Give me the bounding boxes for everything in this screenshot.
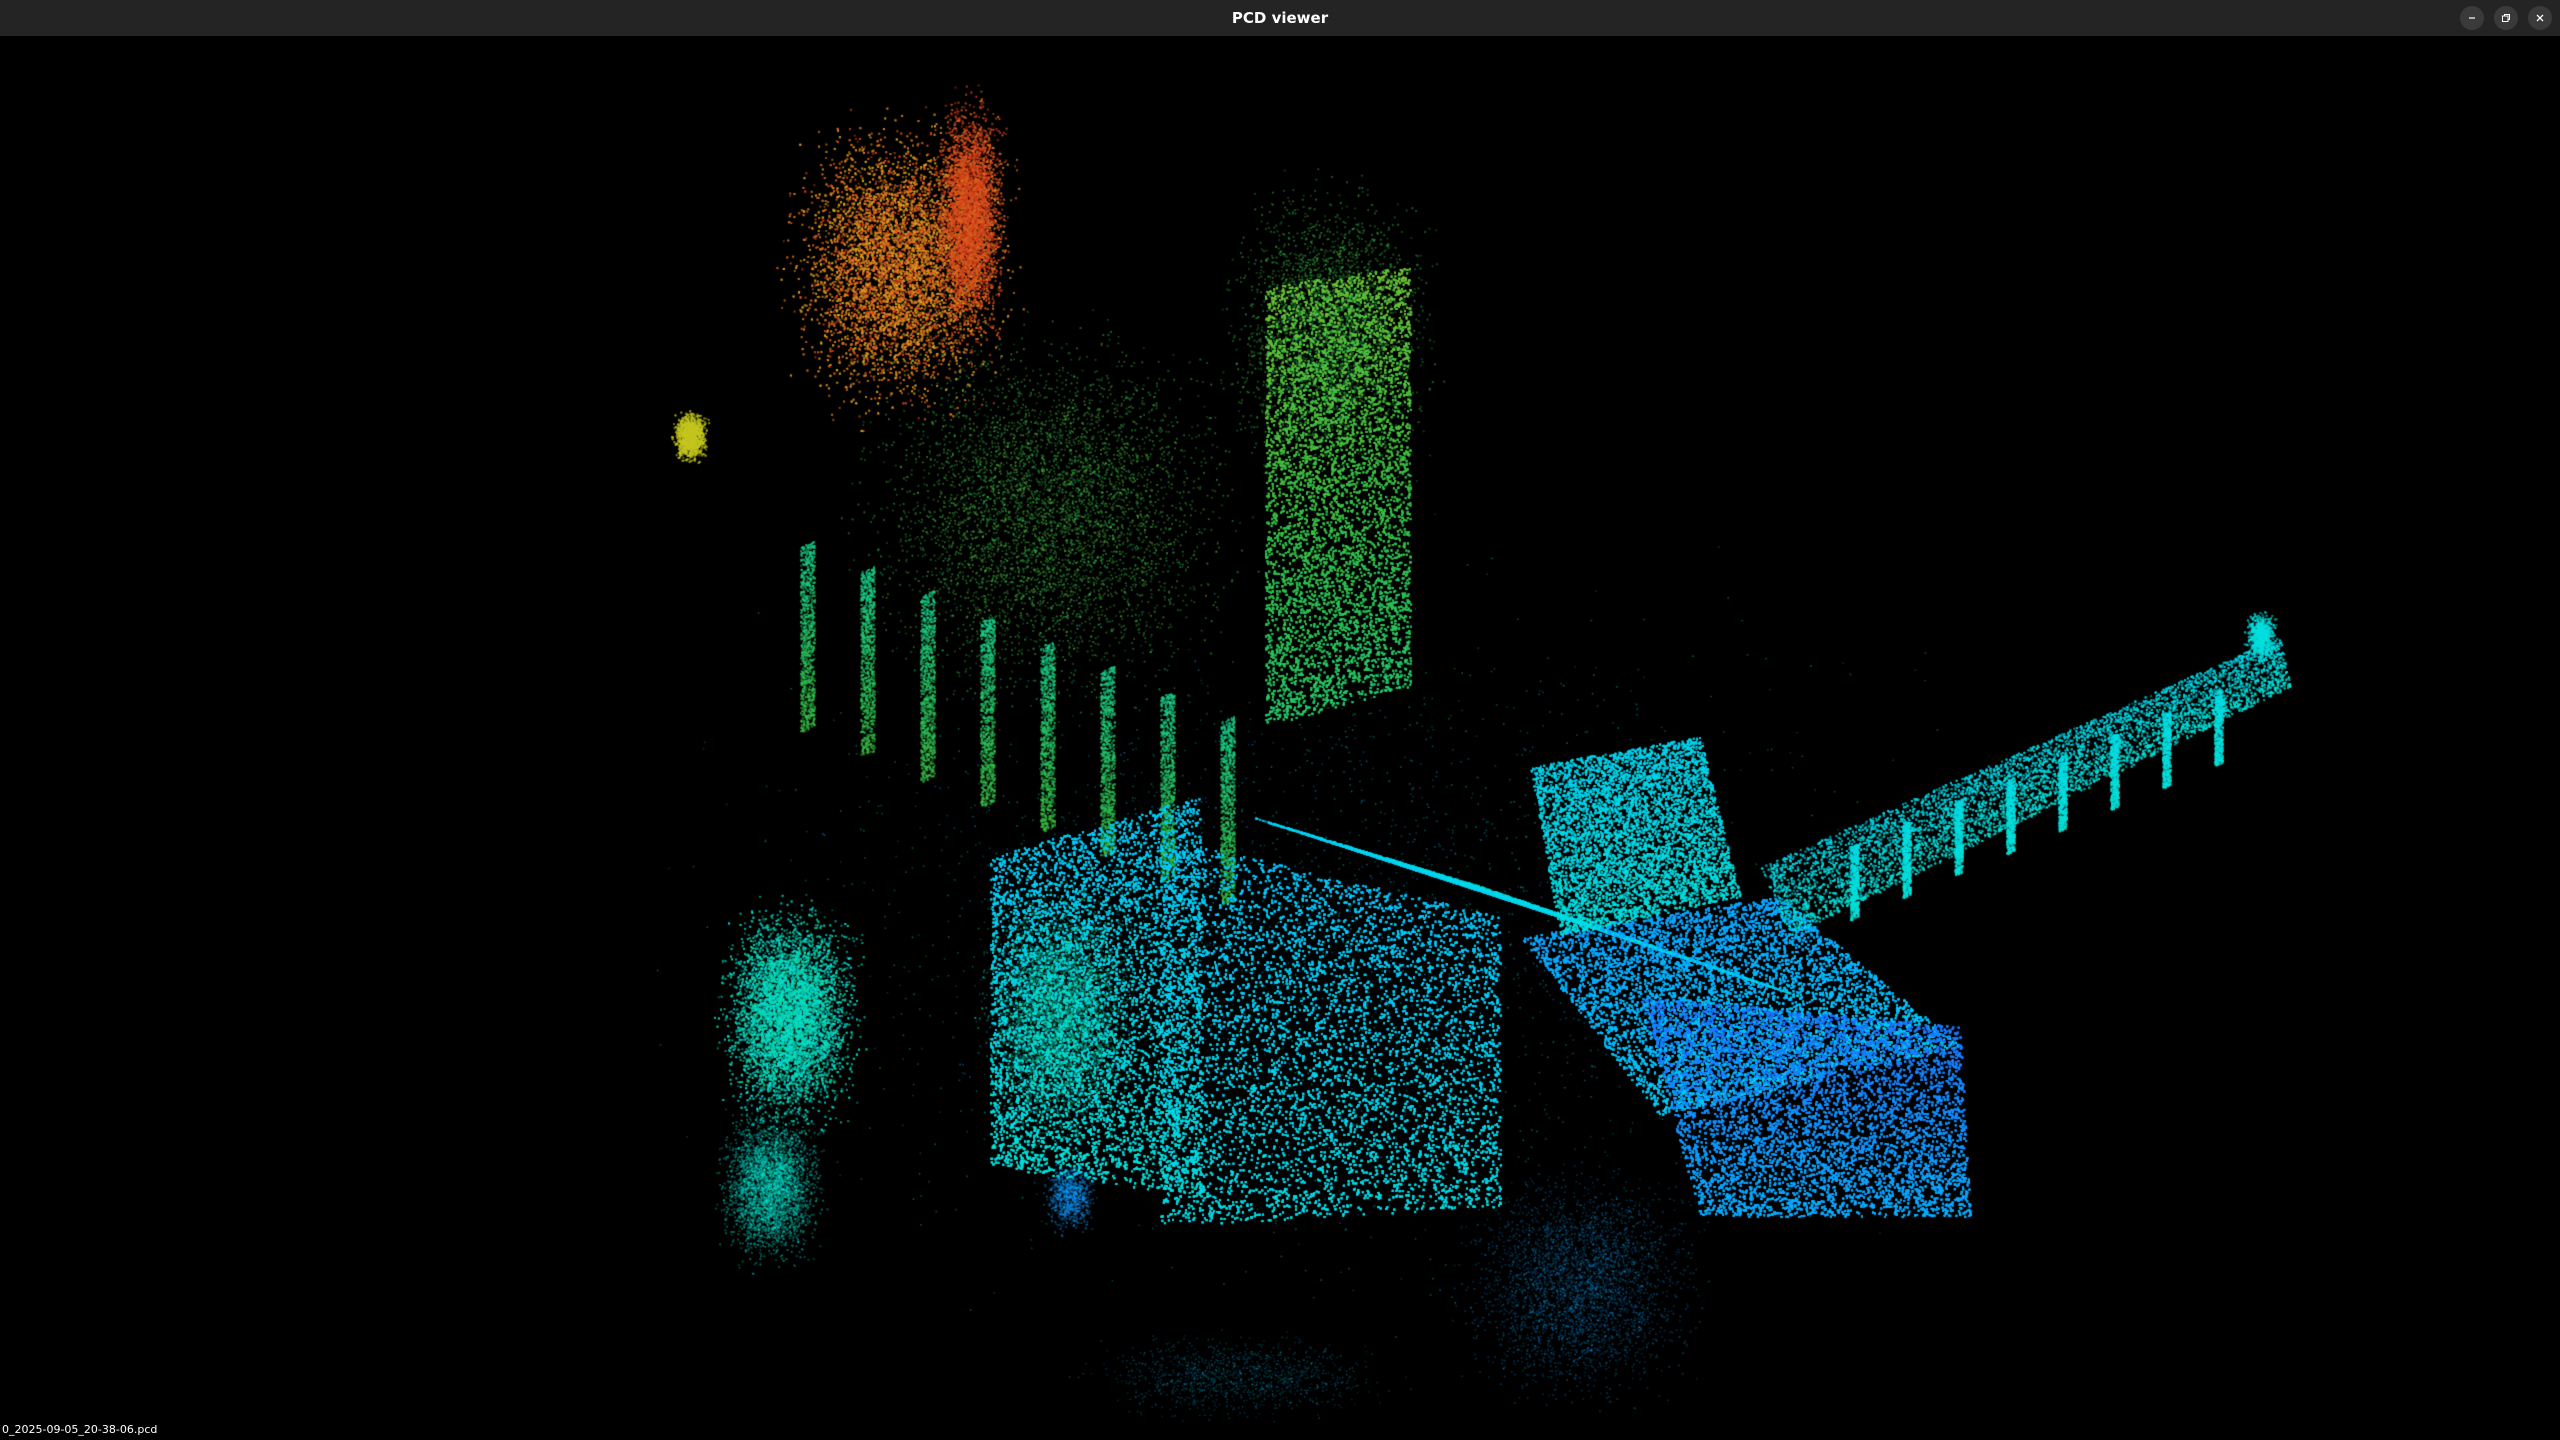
restore-icon bbox=[2501, 13, 2511, 23]
minimize-icon bbox=[2467, 13, 2477, 23]
title-bar[interactable]: PCD viewer bbox=[0, 0, 2560, 37]
pcd-viewer-window: PCD viewer 0_2025-09-05_20-38-06.pcd bbox=[0, 0, 2560, 1440]
status-filename: 0_2025-09-05_20-38-06.pcd bbox=[2, 1423, 158, 1436]
window-controls bbox=[2460, 0, 2552, 36]
window-title: PCD viewer bbox=[1231, 9, 1329, 27]
close-icon bbox=[2535, 13, 2545, 23]
minimize-button[interactable] bbox=[2460, 6, 2484, 30]
point-cloud-canvas[interactable] bbox=[0, 36, 2560, 1440]
restore-button[interactable] bbox=[2494, 6, 2518, 30]
point-cloud-viewport[interactable]: 0_2025-09-05_20-38-06.pcd bbox=[0, 36, 2560, 1440]
close-button[interactable] bbox=[2528, 6, 2552, 30]
